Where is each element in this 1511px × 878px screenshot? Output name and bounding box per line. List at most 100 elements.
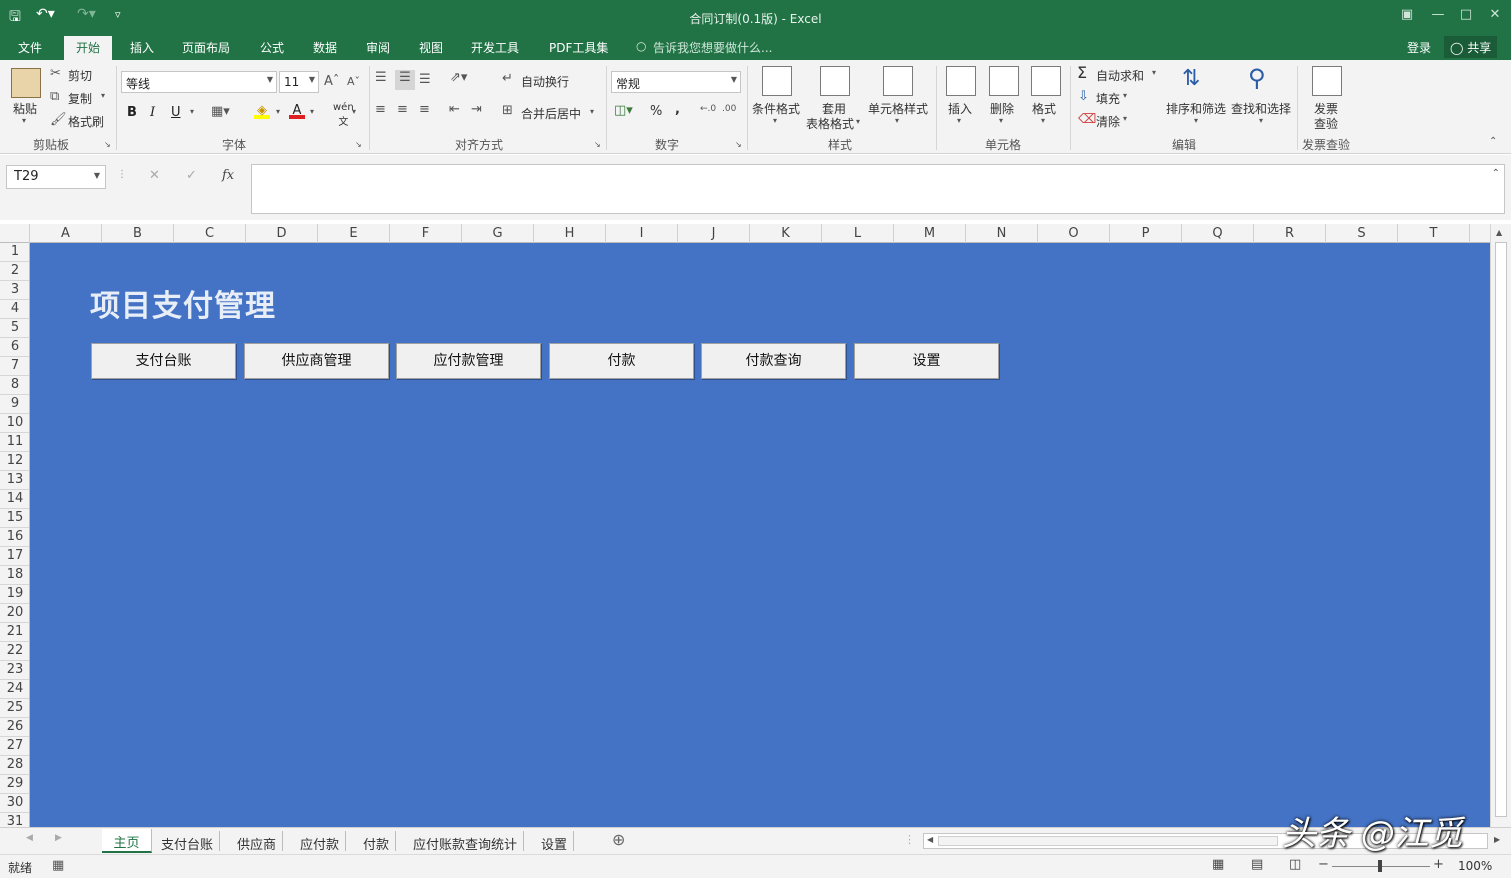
- column-header[interactable]: B: [102, 224, 174, 243]
- column-header[interactable]: P: [1110, 224, 1182, 243]
- font-name-combo[interactable]: 等线 ▼: [121, 71, 277, 93]
- row-header[interactable]: 22: [0, 642, 29, 661]
- font-size-combo[interactable]: 11 ▼: [279, 71, 319, 93]
- cell-styles-dropdown-icon[interactable]: ▾: [895, 116, 899, 125]
- font-color-icon[interactable]: A: [289, 103, 305, 119]
- align-middle-icon[interactable]: ☰: [395, 70, 415, 90]
- paste-icon[interactable]: [11, 68, 41, 98]
- tab-insert[interactable]: 插入: [130, 39, 154, 56]
- sheet-tab-supplier[interactable]: 供应商: [231, 831, 284, 853]
- comma-button[interactable]: ,: [675, 102, 680, 117]
- decrease-indent-icon[interactable]: ⇤: [449, 102, 460, 117]
- delete-dropdown-icon[interactable]: ▾: [999, 116, 1003, 125]
- phonetic-icon[interactable]: wén 文: [333, 102, 354, 128]
- column-header[interactable]: R: [1254, 224, 1326, 243]
- maximize-icon[interactable]: □: [1456, 7, 1476, 22]
- name-box[interactable]: T29 ▼: [6, 165, 106, 189]
- bold-button[interactable]: B: [127, 105, 137, 120]
- column-header[interactable]: Q: [1182, 224, 1254, 243]
- sort-dropdown-icon[interactable]: ▾: [1194, 116, 1198, 125]
- row-header[interactable]: 7: [0, 357, 29, 376]
- share-button[interactable]: ◯ 共享: [1444, 36, 1498, 58]
- column-header[interactable]: T: [1398, 224, 1470, 243]
- conditional-dropdown-icon[interactable]: ▾: [773, 116, 777, 125]
- fill-color-icon[interactable]: ◈: [254, 103, 270, 119]
- insert-cells-button[interactable]: 插入: [948, 100, 972, 117]
- clear-dropdown-icon[interactable]: ▾: [1123, 114, 1127, 123]
- sheet-tab-payables[interactable]: 应付款: [294, 831, 347, 853]
- align-top-icon[interactable]: ☰: [375, 70, 387, 85]
- row-header[interactable]: 28: [0, 756, 29, 775]
- row-header[interactable]: 4: [0, 300, 29, 319]
- copy-dropdown-icon[interactable]: ▾: [101, 91, 105, 100]
- orientation-icon[interactable]: ⇗▾: [450, 70, 467, 85]
- format-painter-button[interactable]: 格式刷: [68, 113, 104, 130]
- fill-dropdown-icon[interactable]: ▾: [1123, 91, 1127, 100]
- currency-icon[interactable]: ◫▾: [614, 103, 633, 118]
- tab-page-layout[interactable]: 页面布局: [182, 39, 230, 56]
- align-right-icon[interactable]: ≡: [419, 102, 430, 117]
- macro-record-icon[interactable]: ▦: [52, 858, 64, 873]
- column-header[interactable]: A: [30, 224, 102, 243]
- merge-dropdown-icon[interactable]: ▾: [590, 107, 594, 116]
- zoom-in-icon[interactable]: +: [1433, 857, 1444, 872]
- format-cells-button[interactable]: 格式: [1032, 100, 1056, 117]
- column-header[interactable]: H: [534, 224, 606, 243]
- tab-developer[interactable]: 开发工具: [471, 39, 519, 56]
- nav-button-payment-query[interactable]: 付款查询: [701, 343, 846, 379]
- row-header[interactable]: 8: [0, 376, 29, 395]
- page-layout-view-icon[interactable]: ▤: [1251, 857, 1263, 872]
- scroll-up-icon[interactable]: ▲: [1496, 228, 1502, 237]
- conditional-formatting-button[interactable]: 条件格式: [752, 100, 800, 117]
- align-bottom-icon[interactable]: ☰: [419, 72, 431, 87]
- row-header[interactable]: 14: [0, 490, 29, 509]
- merge-center-button[interactable]: 合并后居中: [521, 105, 581, 122]
- zoom-slider-thumb[interactable]: [1378, 860, 1382, 872]
- column-header[interactable]: J: [678, 224, 750, 243]
- sort-filter-button[interactable]: 排序和筛选: [1166, 100, 1226, 117]
- minimize-icon[interactable]: —: [1428, 7, 1448, 22]
- column-header[interactable]: N: [966, 224, 1038, 243]
- tell-me-box[interactable]: 告诉我您想要做什么...: [653, 39, 772, 56]
- autosum-button[interactable]: 自动求和: [1096, 67, 1144, 84]
- row-header[interactable]: 26: [0, 718, 29, 737]
- nav-button-supplier-management[interactable]: 供应商管理: [244, 343, 389, 379]
- horizontal-scroll-thumb[interactable]: [938, 836, 1278, 846]
- decrease-font-icon[interactable]: Aˇ: [347, 75, 360, 88]
- enter-icon[interactable]: ✓: [186, 168, 197, 183]
- fill-button[interactable]: 填充: [1096, 90, 1120, 107]
- sheet-tab-payment-ledger[interactable]: 支付台账: [155, 831, 221, 853]
- row-header[interactable]: 1: [0, 243, 29, 262]
- row-header[interactable]: 2: [0, 262, 29, 281]
- column-header[interactable]: M: [894, 224, 966, 243]
- column-header[interactable]: I: [606, 224, 678, 243]
- column-header[interactable]: K: [750, 224, 822, 243]
- row-header[interactable]: 19: [0, 585, 29, 604]
- font-launcher-icon[interactable]: ↘: [355, 140, 362, 149]
- column-header[interactable]: G: [462, 224, 534, 243]
- paste-dropdown-icon[interactable]: ▾: [22, 116, 26, 125]
- scroll-thumb[interactable]: [1495, 242, 1507, 817]
- nav-button-payment[interactable]: 付款: [549, 343, 694, 379]
- number-format-combo[interactable]: 常规 ▼: [611, 71, 741, 93]
- increase-decimal-icon[interactable]: ←.0: [700, 104, 716, 114]
- scroll-tabs-left-icon[interactable]: ◀: [26, 833, 33, 843]
- row-header[interactable]: 3: [0, 281, 29, 300]
- underline-dropdown-icon[interactable]: ▾: [190, 107, 194, 116]
- normal-view-icon[interactable]: ▦: [1212, 857, 1224, 872]
- italic-button[interactable]: I: [150, 105, 155, 120]
- wrap-text-button[interactable]: 自动换行: [521, 73, 569, 90]
- page-break-view-icon[interactable]: ◫: [1289, 857, 1301, 872]
- nav-button-payment-ledger[interactable]: 支付台账: [91, 343, 236, 379]
- row-header[interactable]: 15: [0, 509, 29, 528]
- row-header[interactable]: 10: [0, 414, 29, 433]
- tab-review[interactable]: 审阅: [366, 39, 390, 56]
- clear-button[interactable]: 清除: [1096, 113, 1120, 130]
- tab-formulas[interactable]: 公式: [260, 39, 284, 56]
- select-all-corner[interactable]: [0, 224, 30, 243]
- scroll-right-icon[interactable]: ▶: [1494, 835, 1500, 844]
- row-header[interactable]: 18: [0, 566, 29, 585]
- fill-color-dropdown-icon[interactable]: ▾: [276, 107, 280, 116]
- insert-dropdown-icon[interactable]: ▾: [957, 116, 961, 125]
- insert-function-icon[interactable]: fx: [222, 168, 234, 183]
